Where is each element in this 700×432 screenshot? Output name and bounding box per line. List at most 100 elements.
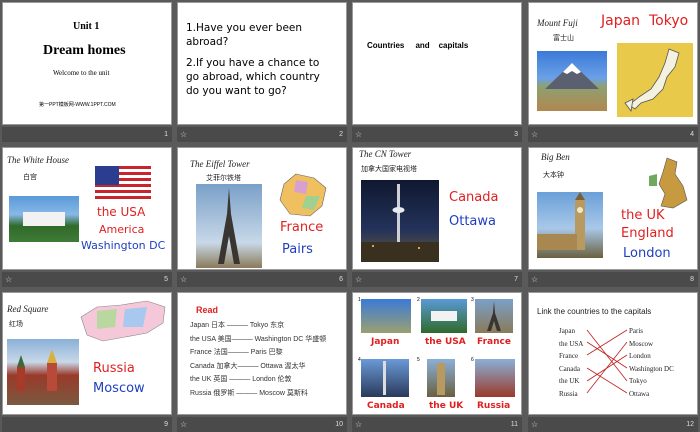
country-name: France bbox=[280, 220, 324, 235]
landmark-name-cn: 白宫 bbox=[23, 174, 37, 181]
slide-footer-2: ☆ 2 bbox=[177, 127, 347, 142]
link-line bbox=[586, 341, 628, 394]
slide-footer-11: ☆ 11 bbox=[352, 417, 522, 432]
star-icon: ☆ bbox=[5, 275, 13, 284]
question-1-line-2: abroad? bbox=[186, 36, 229, 48]
unit-subtitle: Dream homes bbox=[43, 43, 126, 58]
kremlin-icon bbox=[17, 349, 57, 391]
slide-footer-6: ☆ 6 bbox=[177, 272, 347, 287]
slide-thumbnail-6[interactable]: The Eiffel Tower 艾菲尔铁塔 France Pairs bbox=[177, 147, 347, 270]
uk-map-icon bbox=[649, 157, 688, 209]
star-icon: ☆ bbox=[180, 275, 188, 284]
slide-thumbnail-8[interactable]: Big Ben 大本钟 the UK England London bbox=[528, 147, 698, 270]
slide-thumbnail-10[interactable]: Read Japan 日本 ——— Tokyo 东京 the USA 美国———… bbox=[177, 292, 347, 415]
landmark-name: Red Square bbox=[7, 304, 49, 314]
slide-thumbnail-12[interactable]: Link the countries to the capitals Japan… bbox=[528, 292, 698, 415]
capital-name: Moscow bbox=[93, 381, 145, 396]
slide-footer-5: ☆ 5 bbox=[2, 272, 172, 287]
slide-footer-8: ☆ 8 bbox=[528, 272, 698, 287]
slide-footer-12: ☆ 12 bbox=[528, 417, 698, 432]
link-line bbox=[586, 329, 628, 382]
white-house-photo bbox=[9, 196, 79, 242]
landmark-name: The CN Tower bbox=[359, 149, 412, 159]
red-square-photo bbox=[475, 359, 515, 397]
star-icon: ☆ bbox=[531, 130, 539, 139]
read-row: Japan 日本 ——— Tokyo 东京 bbox=[190, 322, 285, 329]
mountain-icon bbox=[545, 63, 599, 89]
question-1-line-1: 1.Have you ever been bbox=[186, 22, 303, 34]
eiffel-tower-icon bbox=[487, 301, 501, 331]
landmark-name: Big Ben bbox=[541, 152, 570, 162]
slide-footer-1: 1 bbox=[2, 127, 172, 142]
site-watermark: 第一PPT模板网-WWW.1PPT.COM bbox=[39, 102, 116, 108]
slide-sorter-grid: Unit 1 Dream homes Welcome to the unit 第… bbox=[0, 0, 700, 432]
photo-index: 6 bbox=[471, 357, 474, 363]
slide-thumbnail-3[interactable]: Countries and capitals bbox=[352, 2, 522, 125]
slide-thumbnail-9[interactable]: Red Square 红场 Russia Moscow bbox=[2, 292, 172, 415]
slide-thumbnail-5[interactable]: The White House 白宫 the USA America Washi… bbox=[2, 147, 172, 270]
flag-canton bbox=[95, 166, 119, 185]
landmark-name: The Eiffel Tower bbox=[190, 159, 250, 169]
big-ben-icon bbox=[437, 363, 445, 395]
white-house-icon bbox=[23, 212, 65, 226]
question-2-line-3: do you want to go? bbox=[186, 85, 287, 97]
photo-index: 2 bbox=[417, 297, 420, 303]
cn-tower-photo bbox=[361, 359, 409, 397]
red-square-photo bbox=[7, 339, 79, 405]
photo-label: Japan bbox=[371, 337, 400, 347]
slide-footer-10: ☆ 10 bbox=[177, 417, 347, 432]
country-name: the USA bbox=[97, 205, 146, 219]
capital-name: London bbox=[623, 246, 671, 261]
slide-thumbnail-7[interactable]: The CN Tower 加拿大国家电视塔 Canada Ottawa bbox=[352, 147, 522, 270]
read-row: France 法国——— Paris 巴黎 bbox=[190, 349, 283, 356]
landmark-name-cn: 加拿大国家电视塔 bbox=[361, 166, 417, 173]
eiffel-tower-icon bbox=[218, 188, 240, 264]
slide-heading: Countries and capitals bbox=[367, 41, 469, 50]
capital-name: Ottawa bbox=[449, 214, 496, 229]
landmark-name-cn: 红场 bbox=[9, 321, 23, 328]
slide-heading: Read bbox=[196, 305, 219, 315]
capital-name: Washington DC bbox=[81, 239, 166, 252]
read-row: Canada 加拿大——— Ottawa 渥太华 bbox=[190, 362, 306, 370]
slide-thumbnail-4[interactable]: Mount Fuji 富士山 Japan Tokyo bbox=[528, 2, 698, 125]
country-name: the UK bbox=[621, 208, 665, 223]
star-icon: ☆ bbox=[531, 420, 539, 429]
star-icon: ☆ bbox=[180, 130, 188, 139]
cn-tower-photo bbox=[361, 180, 439, 262]
star-icon: ☆ bbox=[180, 420, 188, 429]
photo-label: the UK bbox=[429, 401, 464, 411]
photo-label: the USA bbox=[425, 337, 466, 347]
link-line bbox=[586, 329, 628, 356]
capital-name: Pairs bbox=[282, 242, 313, 257]
link-line bbox=[586, 367, 628, 394]
star-icon: ☆ bbox=[531, 275, 539, 284]
read-row: the USA 美国——— Washington DC 华盛顿 bbox=[190, 335, 327, 343]
slide-thumbnail-2[interactable]: 1.Have you ever been abroad? 2.If you ha… bbox=[177, 2, 347, 125]
slide-footer-7: ☆ 7 bbox=[352, 272, 522, 287]
country-name: Russia bbox=[93, 361, 135, 376]
read-list: Japan 日本 ——— Tokyo 东京 the USA 美国——— Wash… bbox=[190, 319, 326, 400]
photo-index: 5 bbox=[417, 357, 420, 363]
photo-label: France bbox=[477, 337, 511, 347]
eiffel-tower-photo bbox=[475, 299, 513, 333]
star-icon: ☆ bbox=[355, 275, 363, 284]
country-name: Japan bbox=[601, 13, 641, 29]
slide-thumbnail-11[interactable]: 1 Japan 2 the USA 3 France 4 Canada 5 th… bbox=[352, 292, 522, 415]
photo-index: 3 bbox=[471, 297, 474, 303]
cn-tower-icon bbox=[361, 184, 439, 262]
slide-thumbnail-1[interactable]: Unit 1 Dream homes Welcome to the unit 第… bbox=[2, 2, 172, 125]
star-icon: ☆ bbox=[355, 130, 363, 139]
star-icon: ☆ bbox=[355, 420, 363, 429]
japan-map-icon bbox=[624, 48, 680, 112]
link-line bbox=[586, 341, 628, 369]
slide-footer-3: ☆ 3 bbox=[352, 127, 522, 142]
capital-name: Tokyo bbox=[649, 13, 689, 29]
landmark-name-cn: 富士山 bbox=[553, 35, 574, 42]
photo-label: Canada bbox=[367, 401, 405, 411]
photo-label: Russia bbox=[477, 401, 511, 411]
landmark-name-cn: 大本钟 bbox=[543, 172, 564, 179]
white-house-icon bbox=[431, 311, 457, 321]
us-flag bbox=[95, 166, 151, 202]
france-map bbox=[276, 172, 328, 218]
read-row: Russia 俄罗斯 ——— Moscow 莫斯科 bbox=[190, 389, 308, 397]
